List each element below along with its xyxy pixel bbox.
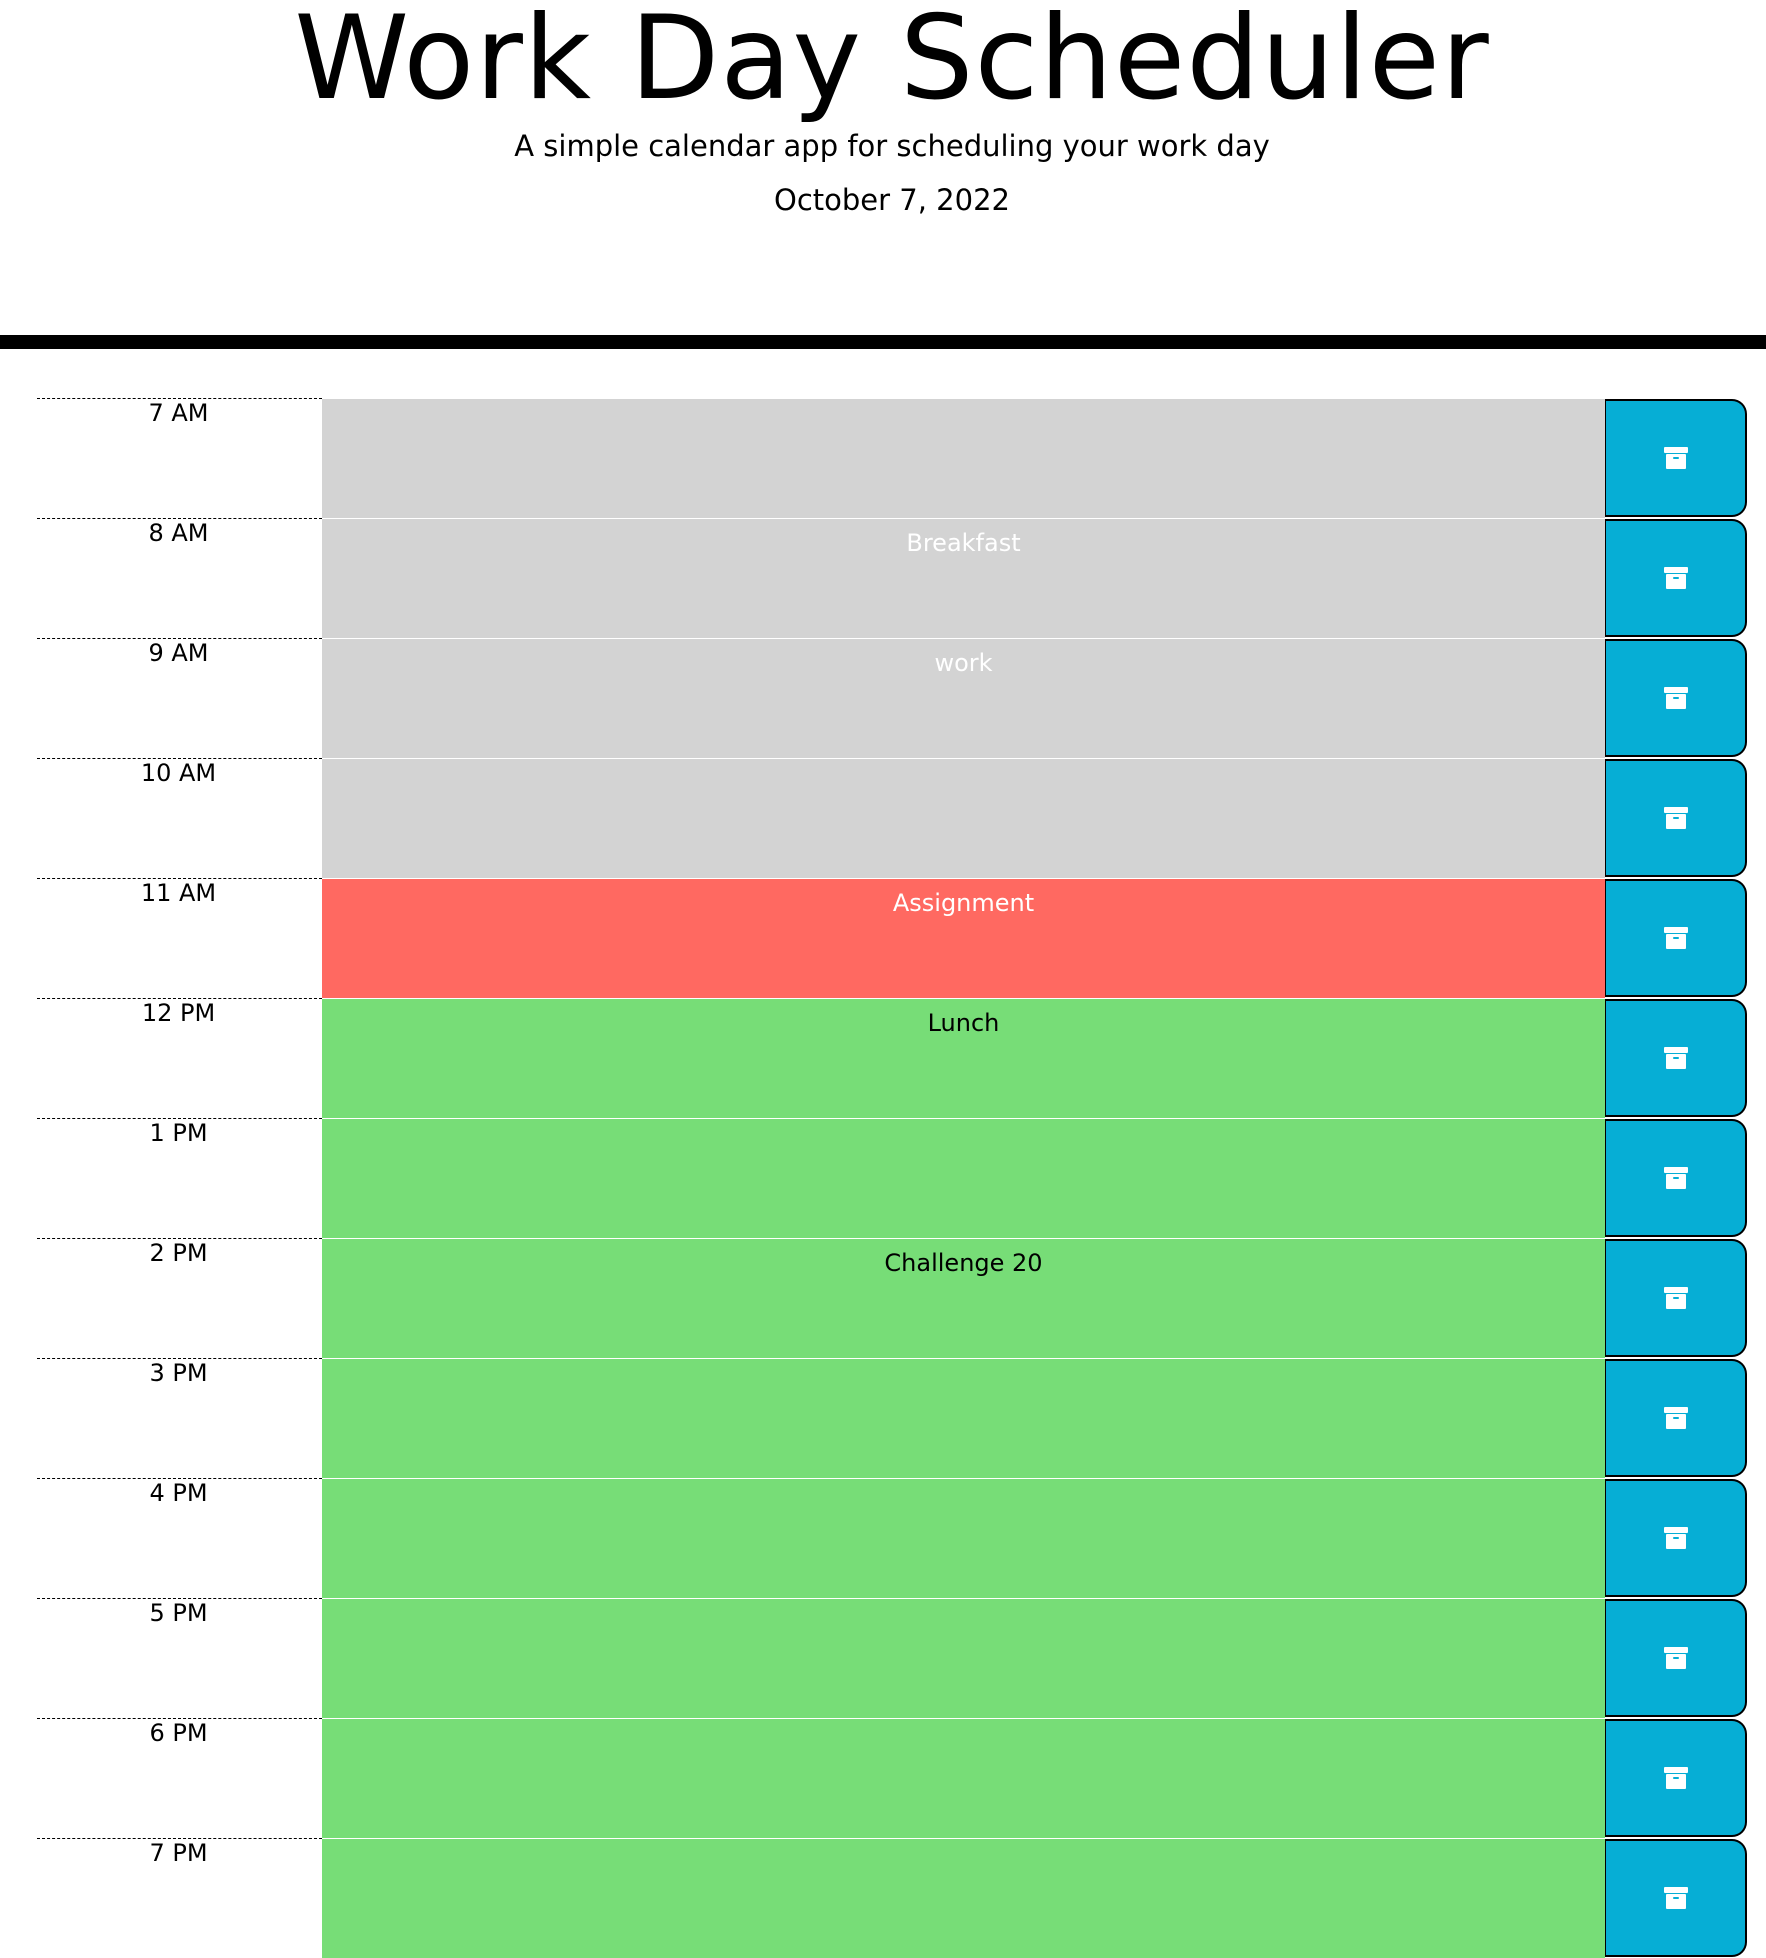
save-button[interactable]: [1605, 1239, 1747, 1357]
event-description-input[interactable]: Assignment: [322, 878, 1605, 998]
time-block: 12 PM Lunch: [37, 998, 1747, 1118]
hour-label: 3 PM: [149, 1359, 208, 1387]
save-button[interactable]: [1605, 1479, 1747, 1597]
hour-label-cell: 4 PM: [37, 1478, 322, 1598]
archive-icon: [1663, 1887, 1688, 1909]
hour-label-cell: 6 PM: [37, 1718, 322, 1838]
archive-icon: [1663, 927, 1688, 949]
archive-icon: [1663, 567, 1688, 589]
page-title: Work Day Scheduler: [294, 0, 1490, 126]
hour-label: 4 PM: [149, 1479, 208, 1507]
save-button[interactable]: [1605, 999, 1747, 1117]
archive-icon: [1663, 1167, 1688, 1189]
hour-label: 12 PM: [141, 999, 216, 1027]
scheduler: 7 AM 8 AM Breakfast 9 AM work 10 AM 11 AM Assig…: [37, 398, 1747, 1958]
time-block: 1 PM: [37, 1118, 1747, 1238]
time-block: 10 AM: [37, 758, 1747, 878]
hour-label-cell: 3 PM: [37, 1358, 322, 1478]
event-description-input[interactable]: work: [322, 638, 1605, 758]
archive-icon: [1663, 1647, 1688, 1669]
hour-label-cell: 8 AM: [37, 518, 322, 638]
hour-label-cell: 9 AM: [37, 638, 322, 758]
save-button[interactable]: [1605, 1119, 1747, 1237]
save-button[interactable]: [1605, 1599, 1747, 1717]
save-button[interactable]: [1605, 1719, 1747, 1837]
save-button[interactable]: [1605, 1839, 1747, 1957]
event-description-input[interactable]: [322, 1718, 1605, 1838]
event-description-input[interactable]: [322, 1478, 1605, 1598]
event-description-input[interactable]: [322, 1358, 1605, 1478]
time-block: 11 AM Assignment: [37, 878, 1747, 998]
hour-label-cell: 11 AM: [37, 878, 322, 998]
save-button[interactable]: [1605, 1359, 1747, 1477]
hour-label-cell: 2 PM: [37, 1238, 322, 1358]
event-description-input[interactable]: [322, 1598, 1605, 1718]
save-button[interactable]: [1605, 519, 1747, 637]
page-subtitle: A simple calendar app for scheduling you…: [514, 129, 1270, 163]
archive-icon: [1663, 1047, 1688, 1069]
hour-label-cell: 5 PM: [37, 1598, 322, 1718]
event-description-input[interactable]: [322, 758, 1605, 878]
save-button[interactable]: [1605, 759, 1747, 877]
time-block: 2 PM Challenge 20: [37, 1238, 1747, 1358]
hour-label: 7 AM: [148, 399, 209, 427]
hour-label-cell: 7 PM: [37, 1838, 322, 1958]
current-date: October 7, 2022: [774, 183, 1010, 217]
archive-icon: [1663, 1287, 1688, 1309]
hour-label: 11 AM: [140, 879, 217, 907]
event-description-input[interactable]: Breakfast: [322, 518, 1605, 638]
hour-label: 8 AM: [148, 519, 209, 547]
save-button[interactable]: [1605, 639, 1747, 757]
hour-label: 2 PM: [149, 1239, 208, 1267]
hour-label: 5 PM: [149, 1599, 208, 1627]
hour-label: 1 PM: [149, 1119, 208, 1147]
hour-label-cell: 10 AM: [37, 758, 322, 878]
save-button[interactable]: [1605, 879, 1747, 997]
time-block: 9 AM work: [37, 638, 1747, 758]
time-block: 3 PM: [37, 1358, 1747, 1478]
hour-label: 10 AM: [140, 759, 217, 787]
event-description-input[interactable]: [322, 1838, 1605, 1958]
hour-label: 9 AM: [148, 639, 209, 667]
hour-label: 7 PM: [149, 1839, 208, 1867]
header: Work Day Scheduler A simple calendar app…: [0, 0, 1766, 349]
time-block: 7 PM: [37, 1838, 1747, 1958]
archive-icon: [1663, 1407, 1688, 1429]
hour-label-cell: 12 PM: [37, 998, 322, 1118]
hour-label: 6 PM: [149, 1719, 208, 1747]
save-button[interactable]: [1605, 399, 1747, 517]
event-description-input[interactable]: Lunch: [322, 998, 1605, 1118]
time-block: 4 PM: [37, 1478, 1747, 1598]
time-block: 7 AM: [37, 398, 1747, 518]
hour-label-cell: 7 AM: [37, 398, 322, 518]
event-description-input[interactable]: [322, 1118, 1605, 1238]
archive-icon: [1663, 687, 1688, 709]
event-description-input[interactable]: Challenge 20: [322, 1238, 1605, 1358]
archive-icon: [1663, 447, 1688, 469]
archive-icon: [1663, 1767, 1688, 1789]
time-block: 5 PM: [37, 1598, 1747, 1718]
hour-label-cell: 1 PM: [37, 1118, 322, 1238]
time-block: 8 AM Breakfast: [37, 518, 1747, 638]
time-block: 6 PM: [37, 1718, 1747, 1838]
event-description-input[interactable]: [322, 398, 1605, 518]
archive-icon: [1663, 1527, 1688, 1549]
archive-icon: [1663, 807, 1688, 829]
